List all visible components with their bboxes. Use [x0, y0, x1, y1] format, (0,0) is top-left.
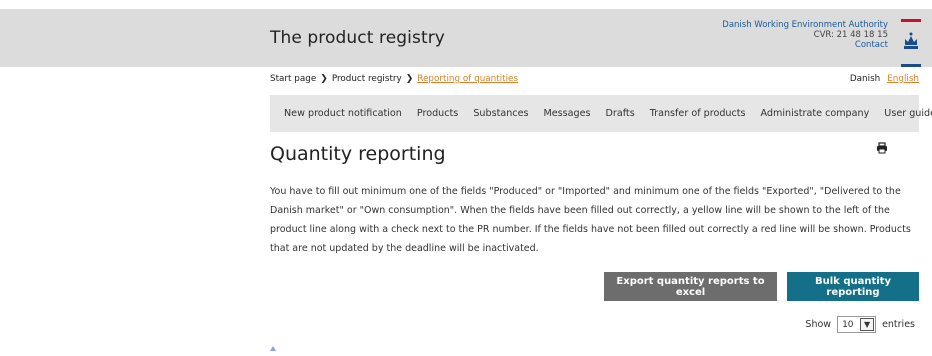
page-title: Quantity reporting	[270, 143, 446, 165]
show-label: Show	[805, 319, 832, 330]
site-title[interactable]: The product registry	[270, 28, 445, 48]
language-english[interactable]: English	[887, 74, 919, 84]
bulk-quantity-reporting-button[interactable]: Bulk quantity reporting	[787, 272, 919, 301]
authority-name[interactable]: Danish Working Environment Authority	[722, 20, 888, 30]
nav-transfer-of-products[interactable]: Transfer of products	[650, 108, 746, 119]
breadcrumb: Start page ❯ Product registry ❯ Reporting of…	[270, 74, 518, 84]
entries-select-value: 10	[842, 319, 854, 330]
nav-products[interactable]: Products	[417, 108, 458, 119]
print-icon[interactable]	[876, 142, 888, 154]
top-strip	[0, 0, 932, 9]
authority-info: Danish Working Environment Authority CVR…	[722, 20, 888, 50]
nav-user-guide[interactable]: User guide	[884, 108, 932, 119]
nav-messages[interactable]: Messages	[543, 108, 590, 119]
page-description: You have to fill out minimum one of the …	[270, 186, 911, 254]
main-nav: New product notification Products Substa…	[270, 95, 932, 132]
entries-label: entries	[882, 319, 915, 330]
entries-control: Show 10 ▼ entries	[805, 316, 915, 333]
nav-drafts[interactable]: Drafts	[606, 108, 635, 119]
chevron-right-icon: ❯	[405, 74, 414, 84]
cvr-number: CVR: 21 48 18 15	[813, 30, 888, 40]
crown-logo-icon[interactable]	[901, 19, 921, 69]
export-excel-button[interactable]: Export quantity reports to excel	[604, 272, 777, 301]
breadcrumb-product-registry[interactable]: Product registry	[332, 74, 402, 84]
nav-new-product-notification[interactable]: New product notification	[284, 108, 402, 119]
contact-link[interactable]: Contact	[722, 40, 888, 50]
language-danish[interactable]: Danish	[850, 74, 880, 84]
site-header: The product registry Danish Working Envi…	[0, 9, 932, 67]
chevron-right-icon: ❯	[320, 74, 328, 84]
nav-substances[interactable]: Substances	[473, 108, 528, 119]
chevron-down-icon[interactable]: ▼	[860, 318, 875, 331]
nav-administrate-company[interactable]: Administrate company	[761, 108, 870, 119]
breadcrumb-reporting-of-quantities[interactable]: Reporting of quantities	[417, 74, 518, 84]
breadcrumb-start-page[interactable]: Start page	[270, 74, 316, 84]
sort-up-icon[interactable]	[270, 346, 276, 351]
entries-select[interactable]: 10 ▼	[837, 316, 877, 333]
language-switch: Danish English	[850, 74, 919, 84]
